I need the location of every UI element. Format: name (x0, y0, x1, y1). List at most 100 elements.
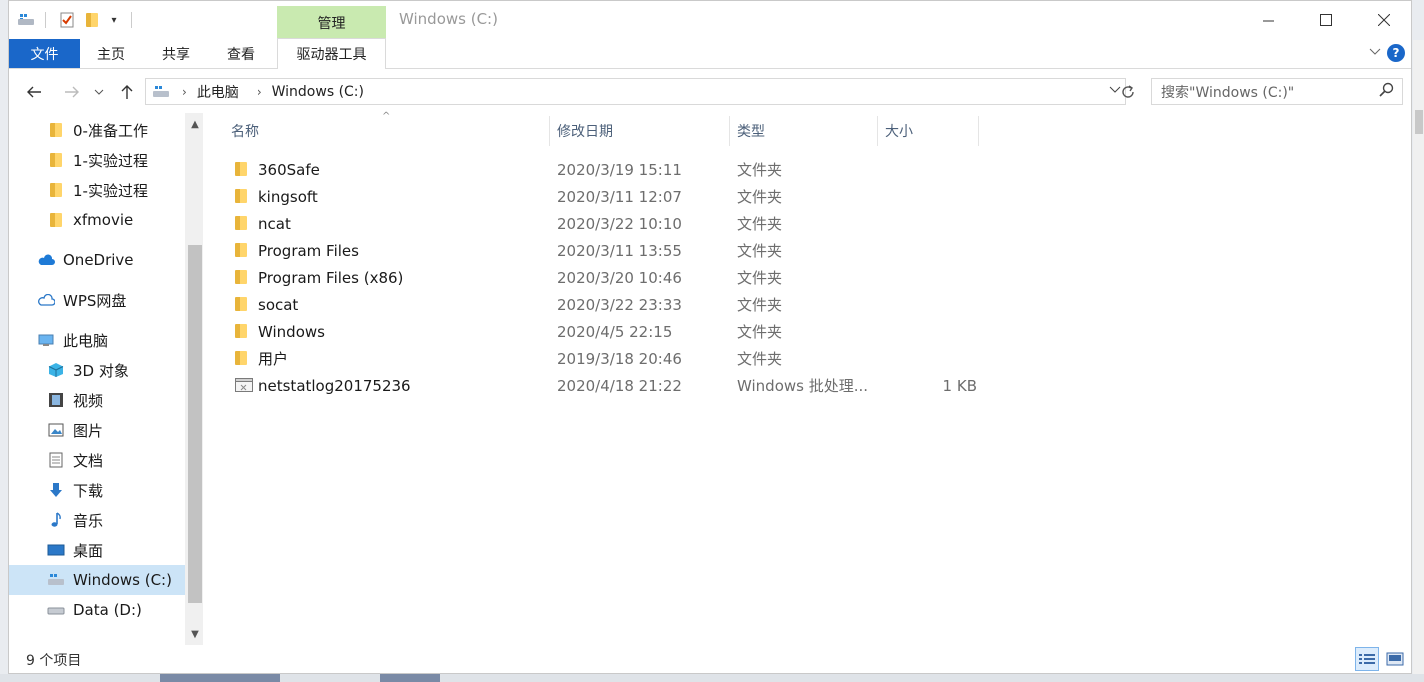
window-title: Windows (C:) (399, 10, 498, 28)
nav-item-videos[interactable]: 视频 (47, 385, 203, 415)
folder-icon (47, 182, 65, 198)
file-type: 文件夹 (737, 215, 783, 233)
search-input[interactable]: 搜索"Windows (C:)" (1151, 78, 1403, 105)
nav-item-this-pc[interactable]: 此电脑 (37, 325, 203, 355)
chevron-right-icon[interactable]: › (182, 85, 187, 99)
address-bar[interactable]: › 此电脑 › Windows (C:) (145, 78, 1126, 105)
nav-label: 下载 (73, 481, 104, 500)
nav-item-pictures[interactable]: 图片 (47, 415, 203, 445)
file-row[interactable]: kingsoft 2020/3/11 12:07 文件夹 (231, 183, 991, 210)
cloud-outline-icon (37, 292, 55, 308)
nav-item-xfmovie[interactable]: xfmovie (47, 205, 203, 235)
column-divider[interactable] (978, 116, 979, 146)
minimize-button[interactable] (1245, 5, 1291, 35)
breadcrumb-this-pc[interactable]: 此电脑 (197, 82, 239, 102)
folder-icon (235, 216, 247, 234)
drive-app-icon[interactable] (15, 10, 37, 30)
refresh-button[interactable] (1117, 81, 1139, 103)
nav-label: 桌面 (73, 541, 104, 560)
column-size[interactable]: 大小 (885, 116, 977, 146)
scroll-up-icon[interactable]: ▲ (188, 115, 202, 133)
tab-view[interactable]: 查看 (219, 39, 263, 68)
back-button[interactable] (23, 81, 45, 103)
nav-item-experiment-1[interactable]: 1-实验过程 (47, 145, 203, 175)
file-row[interactable]: 用户 2019/3/18 20:46 文件夹 (231, 345, 991, 372)
maximize-button[interactable] (1303, 5, 1349, 35)
toolbar-divider (131, 12, 132, 28)
column-date[interactable]: 修改日期 (557, 116, 729, 146)
file-row[interactable]: netstatlog20175236 2020/4/18 21:22 Windo… (231, 372, 991, 399)
file-type: 文件夹 (737, 296, 783, 314)
close-button[interactable] (1361, 5, 1407, 35)
nav-item-downloads[interactable]: 下载 (47, 475, 203, 505)
file-type: 文件夹 (737, 242, 783, 260)
nav-item-data-d[interactable]: Data (D:) (47, 595, 203, 625)
scroll-down-icon[interactable]: ▼ (188, 625, 202, 643)
nav-item-wps-drive[interactable]: WPS网盘 (37, 285, 203, 315)
file-row[interactable]: Windows 2020/4/5 22:15 文件夹 (231, 318, 991, 345)
folder-icon (235, 189, 247, 207)
file-name: socat (258, 295, 299, 314)
help-icon[interactable]: ? (1387, 44, 1405, 62)
breadcrumb-windows-c[interactable]: Windows (C:) (272, 84, 364, 100)
file-type: 文件夹 (737, 323, 783, 341)
nav-item-onedrive[interactable]: OneDrive (37, 245, 203, 275)
computer-icon (152, 85, 172, 99)
folder-icon (235, 324, 247, 342)
batch-file-icon (235, 378, 253, 396)
nav-label: 1-实验过程 (73, 181, 148, 200)
tab-file[interactable]: 文件 (9, 39, 80, 68)
computer-icon (37, 332, 55, 348)
file-row[interactable]: socat 2020/3/22 23:33 文件夹 (231, 291, 991, 318)
file-date: 2020/3/20 10:46 (557, 268, 682, 287)
column-divider[interactable] (877, 116, 878, 146)
status-bar: 9 个项目 (9, 647, 1411, 673)
nav-scrollbar[interactable]: ▲ ▼ (185, 113, 203, 645)
search-icon[interactable] (1378, 82, 1394, 102)
file-date: 2020/3/11 13:55 (557, 241, 682, 260)
file-name: ncat (258, 214, 291, 233)
file-name: kingsoft (258, 187, 318, 206)
folder-icon (235, 243, 247, 261)
column-divider[interactable] (729, 116, 730, 146)
tab-drive-tools[interactable]: 驱动器工具 (277, 38, 386, 69)
column-type[interactable]: 类型 (737, 116, 877, 146)
folder-icon (235, 162, 247, 180)
music-icon (47, 512, 65, 528)
nav-item-prep[interactable]: 0-准备工作 (47, 115, 203, 145)
customize-qat-icon[interactable]: ▾ (107, 10, 121, 30)
column-divider[interactable] (549, 116, 550, 146)
file-name: Program Files (x86) (258, 268, 404, 287)
chevron-right-icon[interactable]: › (257, 85, 262, 99)
file-row[interactable]: Program Files (x86) 2020/3/20 10:46 文件夹 (231, 264, 991, 291)
manage-context-tab[interactable]: 管理 (277, 6, 386, 39)
forward-button[interactable] (61, 81, 83, 103)
file-row[interactable]: 360Safe 2020/3/19 15:11 文件夹 (231, 156, 991, 183)
cube-icon (47, 362, 65, 378)
folder-icon (235, 351, 247, 369)
nav-item-experiment-2[interactable]: 1-实验过程 (47, 175, 203, 205)
recent-locations-button[interactable] (91, 81, 107, 103)
folder-icon (47, 152, 65, 168)
file-date: 2019/3/18 20:46 (557, 349, 682, 368)
nav-item-music[interactable]: 音乐 (47, 505, 203, 535)
large-icons-view-button[interactable] (1383, 647, 1407, 671)
column-name[interactable]: 名称 (231, 116, 549, 146)
nav-label: 1-实验过程 (73, 151, 148, 170)
up-button[interactable] (116, 81, 138, 103)
tab-home[interactable]: 主页 (89, 39, 133, 68)
tab-share[interactable]: 共享 (154, 39, 198, 68)
file-row[interactable]: ncat 2020/3/22 10:10 文件夹 (231, 210, 991, 237)
expand-ribbon-icon[interactable] (1369, 45, 1381, 59)
background-scrollbar (1415, 110, 1423, 134)
nav-item-3d-objects[interactable]: 3D 对象 (47, 355, 203, 385)
file-row[interactable]: Program Files 2020/3/11 13:55 文件夹 (231, 237, 991, 264)
new-folder-icon[interactable] (83, 10, 101, 30)
properties-icon[interactable] (57, 10, 77, 30)
nav-item-windows-c[interactable]: Windows (C:) (9, 565, 185, 595)
scroll-thumb[interactable] (188, 245, 202, 603)
details-view-button[interactable] (1355, 647, 1379, 671)
nav-item-desktop[interactable]: 桌面 (47, 535, 203, 565)
nav-item-documents[interactable]: 文档 (47, 445, 203, 475)
nav-label: 0-准备工作 (73, 121, 148, 140)
